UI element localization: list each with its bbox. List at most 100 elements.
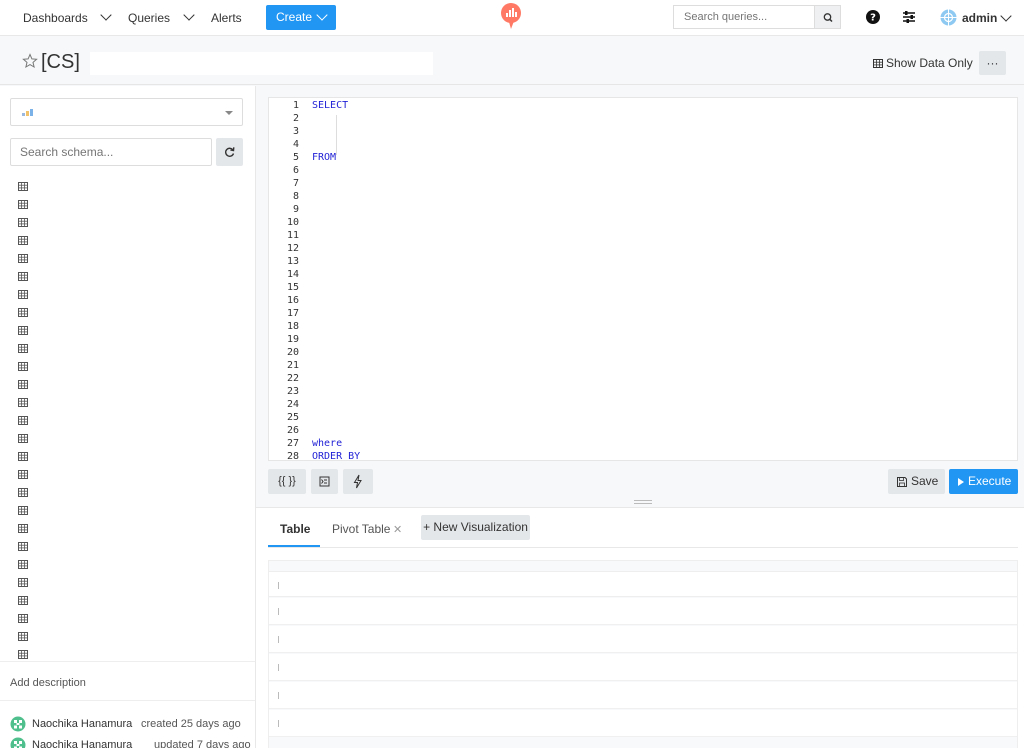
table-icon	[18, 398, 28, 407]
query-title[interactable]: [CS]	[41, 51, 80, 74]
table-row	[269, 682, 1017, 709]
table-row	[269, 654, 1017, 681]
line-number: 13	[286, 256, 299, 267]
redash-logo-icon[interactable]	[500, 3, 522, 29]
schema-table-item[interactable]	[18, 341, 28, 353]
table-icon	[18, 560, 28, 569]
schema-table-item[interactable]	[18, 215, 28, 227]
table-icon	[18, 380, 28, 389]
table-icon	[18, 326, 28, 335]
table-icon	[18, 416, 28, 425]
nav-queries[interactable]: Queries	[128, 0, 170, 36]
schema-table-item[interactable]	[18, 413, 28, 425]
add-parameter-button[interactable]: {{ }}	[268, 469, 306, 494]
nav-dashboards-chevron-down-icon[interactable]	[100, 9, 112, 21]
schema-table-item[interactable]	[18, 539, 28, 551]
create-button[interactable]: Create	[266, 5, 336, 30]
updater-avatar-icon	[10, 737, 26, 748]
header-cell	[278, 582, 279, 589]
table-icon	[18, 578, 28, 587]
results-table	[268, 560, 1018, 748]
schema-table-item[interactable]	[18, 359, 28, 371]
schema-table-item[interactable]	[18, 305, 28, 317]
line-number: 19	[286, 334, 299, 345]
schema-table-item[interactable]	[18, 557, 28, 569]
line-number: 25	[286, 412, 299, 423]
sql-editor[interactable]: 1 2 3 4 5 6 7 8 9 10 11 12 13 14 15 16 17 18 19 20 21 22 23 24 2…	[268, 97, 1018, 461]
table-icon	[18, 290, 28, 299]
sql-keyword: SELECT	[312, 100, 349, 111]
nav-alerts[interactable]: Alerts	[211, 0, 242, 36]
table-icon	[18, 200, 28, 209]
tab-table[interactable]: Table	[280, 522, 310, 536]
sql-keyword: ORDER BY	[312, 451, 361, 461]
schema-table-item[interactable]	[18, 575, 28, 587]
table-row	[269, 710, 1017, 737]
schema-table-item[interactable]	[18, 377, 28, 389]
schema-table-item[interactable]	[18, 467, 28, 479]
schema-table-item[interactable]	[18, 233, 28, 245]
schema-table-item[interactable]	[18, 521, 28, 533]
format-query-button[interactable]	[311, 469, 338, 494]
table-grid-icon	[873, 59, 883, 68]
data-source-select[interactable]	[10, 98, 243, 126]
data-source-icon	[22, 109, 33, 116]
tab-pivot-table[interactable]: Pivot Table	[332, 522, 390, 536]
execute-button[interactable]: Execute	[949, 469, 1018, 494]
close-tab-icon[interactable]: ✕	[393, 523, 402, 536]
line-number: 22	[286, 373, 299, 384]
more-options-button[interactable]: ···	[979, 51, 1006, 75]
nav-queries-label: Queries	[128, 11, 171, 25]
refresh-schema-button[interactable]	[216, 138, 243, 166]
line-number: 15	[286, 282, 299, 293]
schema-table-item[interactable]	[18, 629, 28, 641]
save-label: Save	[911, 474, 939, 488]
table-icon	[18, 542, 28, 551]
schema-table-item[interactable]	[18, 503, 28, 515]
nav-dashboards[interactable]: Dashboards	[23, 0, 88, 36]
query-title-field[interactable]	[90, 52, 433, 75]
nav-dashboards-label: Dashboards	[23, 11, 88, 25]
schema-table-item[interactable]	[18, 323, 28, 335]
refresh-icon	[225, 147, 235, 157]
table-icon	[18, 218, 28, 227]
table-icon	[18, 344, 28, 353]
schema-table-item[interactable]	[18, 269, 28, 281]
nav-queries-chevron-down-icon[interactable]	[183, 9, 195, 21]
schema-table-item[interactable]	[18, 179, 28, 191]
save-button[interactable]: Save	[888, 469, 945, 494]
search-button[interactable]	[814, 5, 841, 29]
updater-name[interactable]: Naochika Hanamura	[32, 739, 132, 748]
autocomplete-toggle-button[interactable]	[343, 469, 373, 494]
tab-divider	[268, 547, 1018, 548]
add-parameter-label: {{ }}	[278, 475, 296, 487]
schema-table-item[interactable]	[18, 197, 28, 209]
table-row	[269, 598, 1017, 625]
schema-table-item[interactable]	[18, 395, 28, 407]
new-visualization-button[interactable]: + New Visualization	[421, 515, 530, 540]
line-number: 20	[286, 347, 299, 358]
schema-table-item[interactable]	[18, 647, 28, 659]
schema-table-item[interactable]	[18, 611, 28, 623]
table-row	[269, 626, 1017, 653]
schema-table-item[interactable]	[18, 593, 28, 605]
schema-table-item[interactable]	[18, 251, 28, 263]
schema-table-item[interactable]	[18, 449, 28, 461]
settings-sliders-icon[interactable]	[900, 8, 918, 26]
schema-table-item[interactable]	[18, 485, 28, 497]
search-queries-input[interactable]	[673, 5, 814, 29]
schema-search-input[interactable]	[10, 138, 212, 166]
schema-table-item[interactable]	[18, 287, 28, 299]
editor-resize-handle[interactable]	[634, 500, 652, 504]
create-chevron-down-icon	[316, 9, 328, 21]
create-button-label: Create	[276, 10, 313, 24]
help-icon[interactable]: ?	[864, 8, 882, 26]
creator-name[interactable]: Naochika Hanamura	[32, 718, 132, 730]
add-description[interactable]: Add description	[0, 661, 255, 701]
favorite-star-icon[interactable]	[22, 53, 38, 69]
sql-keyword: FROM	[312, 152, 337, 163]
schema-table-item[interactable]	[18, 431, 28, 443]
table-icon	[18, 272, 28, 281]
user-name: admin	[962, 11, 998, 25]
table-icon	[18, 182, 28, 191]
